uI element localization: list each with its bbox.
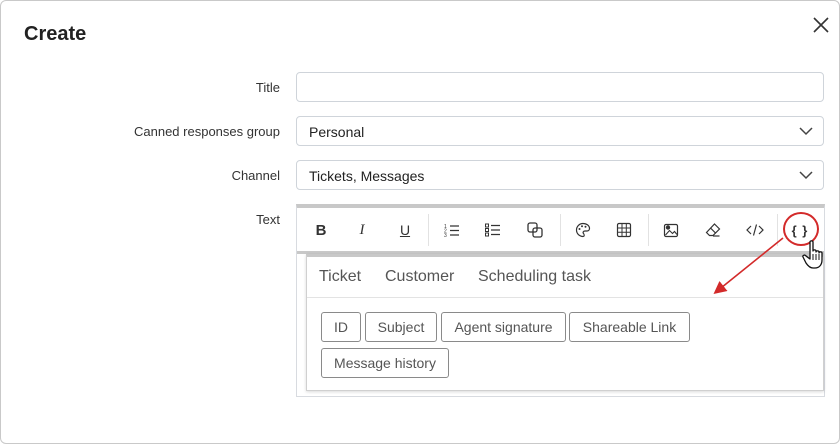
ordered-list-icon[interactable]: 123 [437, 215, 467, 245]
variable-chip-message-history[interactable]: Message history [321, 348, 449, 378]
unordered-list-icon[interactable] [478, 215, 508, 245]
hand-cursor-icon [802, 240, 823, 269]
tab-scheduling-task[interactable]: Scheduling task [478, 268, 591, 286]
dialog-title: Create [24, 23, 87, 45]
toolbar-divider [428, 214, 429, 246]
channel-select[interactable]: Tickets, Messages [296, 160, 824, 190]
image-icon[interactable] [656, 215, 686, 245]
tab-customer[interactable]: Customer [385, 268, 454, 286]
tab-ticket[interactable]: Ticket [319, 268, 361, 286]
text-label: Text [256, 212, 280, 227]
bold-icon[interactable]: B [306, 215, 336, 245]
close-icon[interactable] [809, 13, 833, 37]
variable-chip-id[interactable]: ID [321, 312, 361, 342]
group-label: Canned responses group [134, 124, 280, 139]
title-label: Title [255, 80, 280, 95]
annotation-arrow-icon [713, 237, 784, 295]
toolbar-divider [648, 214, 649, 246]
svg-text:3: 3 [444, 233, 447, 237]
chevron-down-icon [799, 127, 813, 136]
chevron-down-icon [799, 171, 813, 180]
variable-chip-shareable-link[interactable]: Shareable Link [569, 312, 690, 342]
channel-select-value: Tickets, Messages [309, 168, 425, 184]
toolbar-divider [560, 214, 561, 246]
table-icon[interactable] [609, 215, 639, 245]
group-select[interactable]: Personal [296, 116, 824, 146]
underline-icon[interactable]: U [390, 215, 420, 245]
italic-icon[interactable]: I [347, 215, 377, 245]
palette-icon[interactable] [568, 215, 598, 245]
title-input[interactable] [296, 72, 824, 102]
variable-chip-agent-signature[interactable]: Agent signature [441, 312, 566, 342]
variable-chip-subject[interactable]: Subject [365, 312, 437, 342]
channel-label: Channel [231, 168, 280, 183]
link-icon[interactable] [520, 215, 550, 245]
group-select-value: Personal [309, 124, 365, 140]
